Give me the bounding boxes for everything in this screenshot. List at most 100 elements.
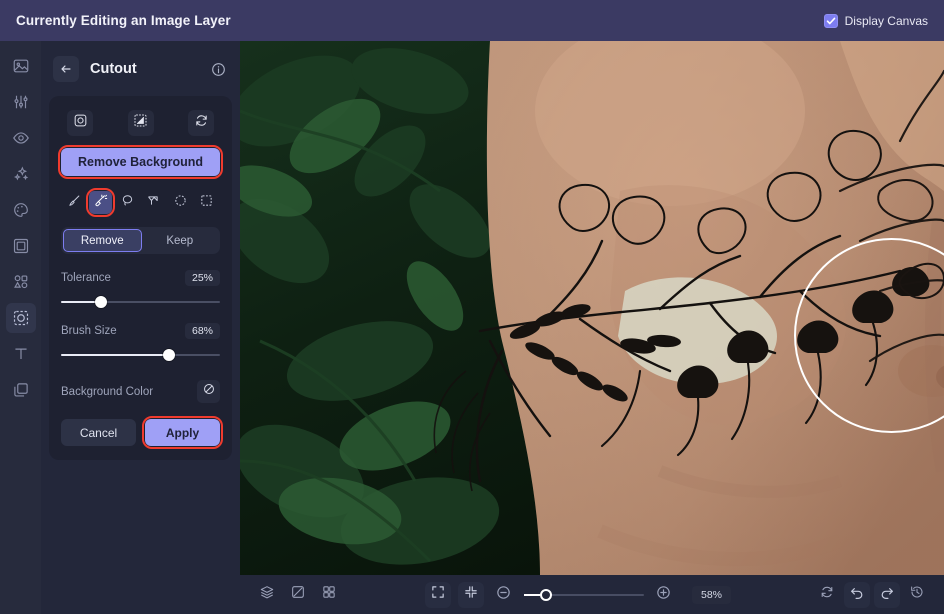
apply-highlight: Apply: [142, 416, 223, 449]
sidebar-item-image[interactable]: [6, 51, 36, 81]
back-button[interactable]: [53, 56, 79, 82]
transform-button[interactable]: [285, 582, 311, 608]
sidebar-item-elements[interactable]: [6, 267, 36, 297]
remove-background-button[interactable]: Remove Background: [61, 148, 220, 176]
sidebar-item-adjust[interactable]: [6, 87, 36, 117]
reset-mask-button[interactable]: [188, 110, 214, 136]
undo-icon: [849, 584, 865, 605]
background-color-label: Background Color: [61, 385, 154, 398]
reset-icon: [819, 584, 835, 605]
zoom-slider-knob[interactable]: [539, 588, 552, 601]
ellipse-select-tool-button[interactable]: [169, 191, 192, 214]
tolerance-label: Tolerance: [61, 272, 111, 284]
mode-keep-option[interactable]: Keep: [142, 229, 219, 252]
magic-wand-tool-button[interactable]: [89, 191, 113, 214]
transform-icon: [290, 584, 306, 605]
ellipse-select-icon: [173, 193, 188, 213]
brush-size-slider[interactable]: [61, 348, 220, 362]
lasso-tool-button[interactable]: [116, 191, 139, 214]
panel-header: Cutout: [53, 54, 232, 84]
history-button[interactable]: [904, 582, 930, 608]
paintbrush-icon: [67, 193, 82, 213]
magic-wand-icon: [93, 193, 108, 213]
mode-remove-option[interactable]: Remove: [63, 229, 142, 252]
rectangle-select-icon: [199, 193, 214, 213]
sidebar-item-text[interactable]: [6, 339, 36, 369]
text-icon: [12, 345, 30, 363]
redo-icon: [879, 584, 895, 605]
undo-button[interactable]: [844, 581, 870, 608]
shapes-icon: [12, 273, 30, 291]
history-controls: [814, 581, 930, 608]
rectangle-select-tool-button[interactable]: [195, 191, 218, 214]
collapse-arrows-icon: [463, 584, 479, 605]
polygon-lasso-tool-button[interactable]: [142, 191, 165, 214]
remove-background-highlight: Remove Background: [58, 145, 223, 179]
zoom-level-value: 58%: [691, 585, 731, 604]
sidebar-item-artistic[interactable]: [6, 195, 36, 225]
no-color-icon: [202, 382, 216, 401]
sidebar-item-cutout[interactable]: [5, 303, 36, 333]
image-icon: [12, 57, 30, 75]
mode-segmented-control: Remove Keep: [61, 227, 220, 254]
invert-mask-button[interactable]: [127, 110, 154, 136]
selection-mask-icon: [73, 113, 88, 133]
zoom-slider[interactable]: [523, 588, 644, 602]
tolerance-header: Tolerance 25%: [61, 270, 220, 286]
magic-wand-highlight: [86, 188, 116, 217]
tolerance-slider[interactable]: [61, 295, 220, 309]
canvas-viewport[interactable]: [240, 41, 944, 575]
bottom-toolbar: 58%: [240, 575, 944, 614]
sidebar-item-frames[interactable]: [6, 231, 36, 261]
image-editor-app: Currently Editing an Image Layer Display…: [0, 0, 944, 614]
refresh-icon: [194, 113, 209, 133]
eye-icon: [12, 129, 30, 147]
zoom-slider-fill: [523, 593, 540, 596]
zoom-in-button[interactable]: [651, 582, 677, 608]
bottom-left-tools: [254, 582, 342, 608]
tolerance-control: Tolerance 25%: [61, 270, 220, 309]
background-color-swatch[interactable]: [197, 380, 220, 403]
zoom-out-icon: [495, 584, 512, 606]
fit-to-screen-button[interactable]: [424, 581, 451, 608]
sliders-icon: [12, 93, 30, 111]
display-canvas-checkbox[interactable]: [823, 13, 838, 28]
brush-size-label: Brush Size: [61, 325, 117, 337]
palette-icon: [12, 201, 30, 219]
canvas-image: [240, 41, 944, 575]
brush-tool-button[interactable]: [63, 191, 86, 214]
sidebar-item-retouch[interactable]: [6, 123, 36, 153]
display-canvas-label: Display Canvas: [844, 13, 928, 28]
layers-icon: [12, 381, 30, 399]
sidebar-item-effects[interactable]: [6, 159, 36, 189]
redo-button[interactable]: [874, 581, 900, 608]
fit-to-screen-icon: [430, 584, 446, 605]
editing-status-title: Currently Editing an Image Layer: [16, 13, 231, 28]
zoom-controls: 58%: [342, 581, 814, 608]
frame-icon: [12, 237, 30, 255]
layers-panel-button[interactable]: [254, 582, 280, 608]
sidebar-item-layers[interactable]: [6, 375, 36, 405]
brush-size-header: Brush Size 68%: [61, 323, 220, 339]
info-icon[interactable]: [211, 62, 226, 77]
brush-size-knob[interactable]: [163, 349, 176, 361]
actual-size-button[interactable]: [457, 581, 484, 608]
brush-size-value: 68%: [184, 323, 220, 339]
tolerance-knob[interactable]: [94, 296, 107, 308]
invert-mask-icon: [133, 113, 148, 133]
apply-button[interactable]: Apply: [145, 419, 220, 446]
reset-button[interactable]: [814, 582, 840, 608]
action-row: Cancel Apply: [61, 416, 223, 449]
cutout-panel: Cutout Remove Background Remove Keep Tol…: [41, 41, 240, 614]
display-canvas-toggle[interactable]: Display Canvas: [823, 13, 928, 28]
selection-mask-button[interactable]: [67, 110, 93, 136]
zoom-out-button[interactable]: [491, 582, 517, 608]
cancel-button[interactable]: Cancel: [61, 419, 136, 446]
zoom-in-icon: [655, 584, 672, 606]
grid-button[interactable]: [316, 582, 342, 608]
lasso-icon: [120, 193, 135, 213]
grid-icon: [321, 584, 337, 605]
brush-size-control: Brush Size 68%: [61, 323, 220, 362]
history-icon: [909, 584, 925, 605]
left-tool-rail: [0, 41, 41, 614]
